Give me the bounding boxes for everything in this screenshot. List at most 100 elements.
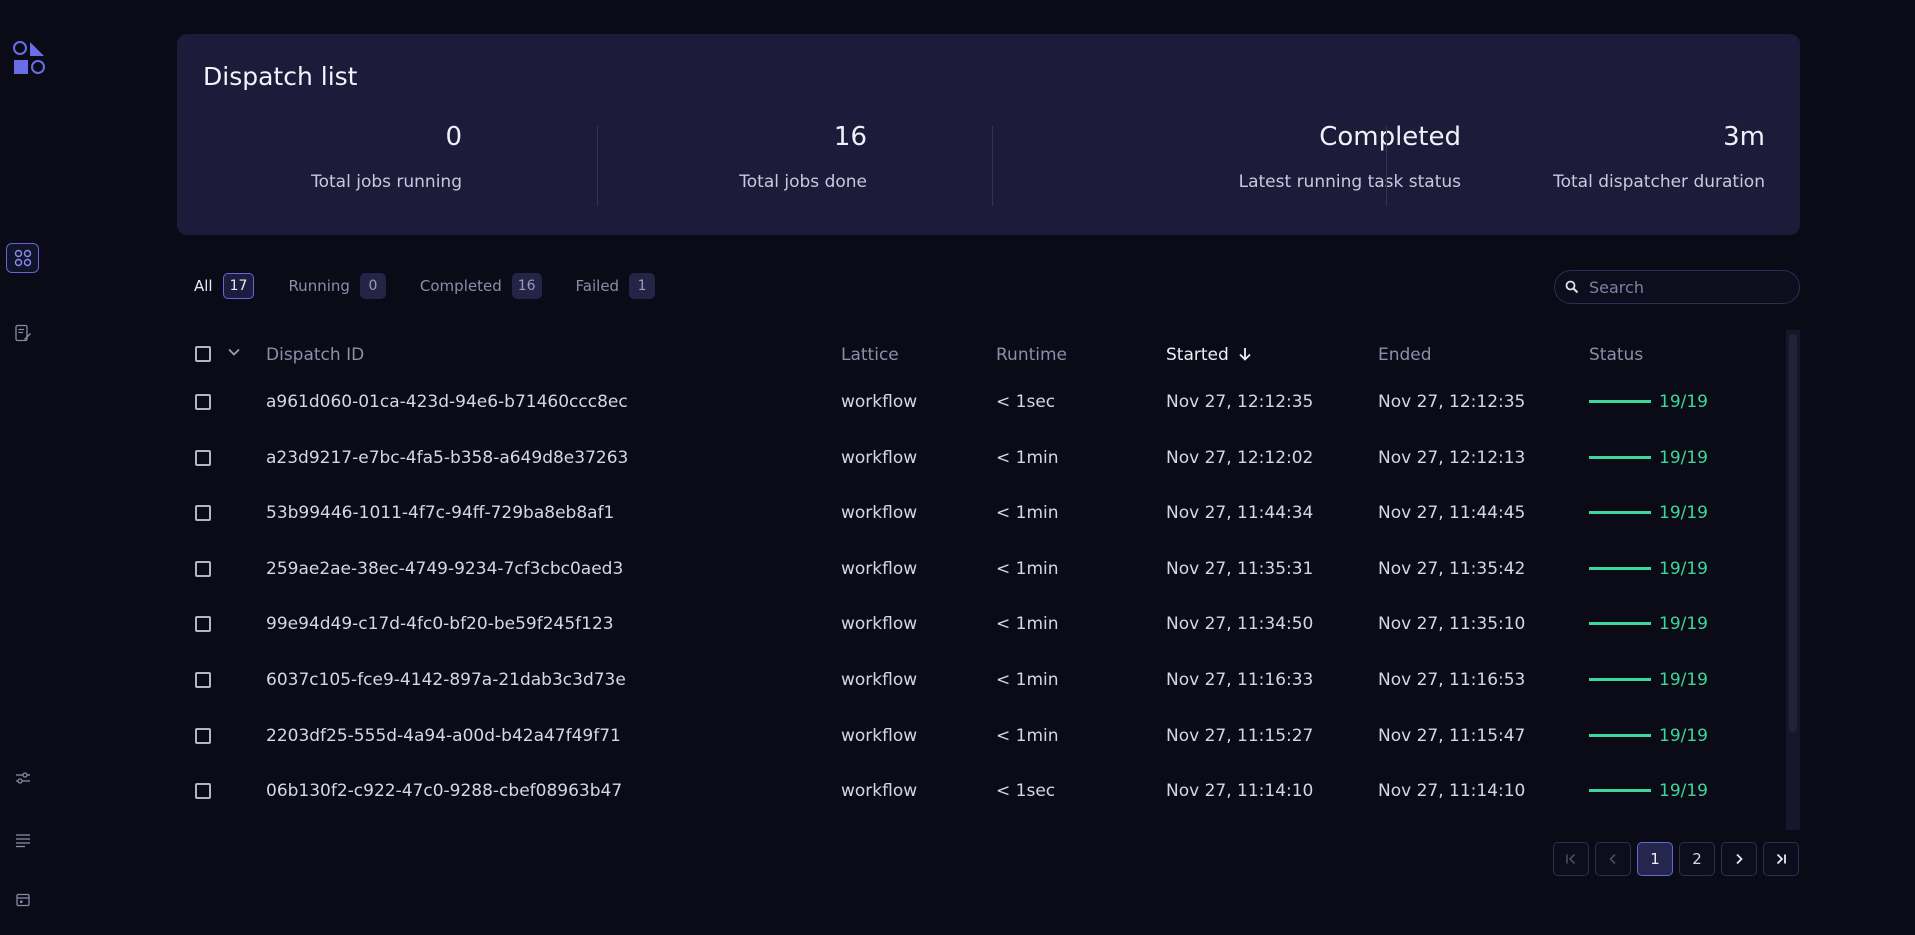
status-progress-bar (1589, 511, 1651, 515)
cell-lattice: workflow (841, 725, 918, 746)
cell-runtime: < 1min (996, 558, 1059, 579)
table-row[interactable]: a961d060-01ca-423d-94e6-b71460ccc8ec work… (186, 378, 1790, 426)
next-page-button[interactable] (1721, 842, 1757, 876)
last-page-button[interactable] (1763, 842, 1799, 876)
select-all-checkbox[interactable] (195, 346, 211, 362)
arrow-down-icon (1239, 348, 1251, 361)
stat-total-dispatcher-duration: 3m Total dispatcher duration (177, 124, 1765, 244)
cell-status: 19/19 (1659, 558, 1708, 579)
last-page-icon (1776, 853, 1786, 865)
nav-logs[interactable] (6, 825, 39, 855)
header-dispatch-id[interactable]: Dispatch ID (266, 345, 364, 365)
cell-status: 19/19 (1659, 392, 1708, 412)
cell-started: Nov 27, 12:12:02 (1166, 447, 1314, 468)
cell-lattice: workflow (841, 614, 918, 635)
cell-lattice: workflow (841, 781, 918, 802)
cell-status: 19/19 (1659, 447, 1708, 468)
cell-ended: Nov 27, 11:14:10 (1378, 781, 1526, 802)
stat-value: 3m (1723, 122, 1765, 152)
status-progress-fill (1589, 511, 1651, 515)
prev-page-button[interactable] (1595, 842, 1631, 876)
table-row[interactable]: a23d9217-e7bc-4fa5-b358-a649d8e37263 work… (186, 434, 1790, 482)
row-checkbox[interactable] (195, 727, 211, 744)
chevron-right-icon (1736, 853, 1743, 865)
row-checkbox[interactable] (195, 505, 211, 522)
table-row[interactable]: 06b130f2-c922-47c0-9288-cbef08963b47 work… (186, 767, 1790, 815)
filter-label: Running (288, 277, 350, 295)
cell-runtime: < 1min (996, 503, 1059, 524)
header-ended[interactable]: Ended (1378, 345, 1432, 365)
table-row[interactable]: 259ae2ae-38ec-4749-9234-7cf3cbc0aed3 work… (186, 545, 1790, 593)
row-checkbox[interactable] (195, 616, 211, 633)
cell-lattice: workflow (841, 392, 918, 412)
nav-calendar[interactable] (6, 885, 39, 915)
cell-dispatch-id[interactable]: 53b99446-1011-4f7c-94ff-729ba8eb8af1 (266, 503, 614, 523)
nav-lattice-editor[interactable] (6, 318, 39, 348)
table-row[interactable]: 6037c105-fce9-4142-897a-21dab3c3d73e work… (186, 656, 1790, 704)
cell-ended: Nov 27, 11:44:45 (1378, 503, 1526, 524)
row-checkbox[interactable] (195, 394, 211, 410)
cell-dispatch-id[interactable]: 259ae2ae-38ec-4749-9234-7cf3cbc0aed3 (266, 559, 623, 579)
search-input[interactable] (1589, 277, 1789, 297)
cell-dispatch-id[interactable]: a23d9217-e7bc-4fa5-b358-a649d8e37263 (266, 448, 628, 468)
status-progress-fill (1589, 400, 1651, 403)
filter-label: Failed (575, 277, 620, 295)
header-runtime[interactable]: Runtime (996, 345, 1067, 365)
nav-settings[interactable] (6, 763, 39, 793)
page-title: Dispatch list (203, 62, 358, 91)
cell-dispatch-id[interactable]: 06b130f2-c922-47c0-9288-cbef08963b47 (266, 781, 622, 801)
row-checkbox[interactable] (195, 449, 211, 466)
header-status[interactable]: Status (1589, 345, 1643, 365)
status-progress-fill (1589, 733, 1651, 737)
filter-tab-running[interactable]: Running 0 (288, 273, 386, 299)
covalent-logo-icon[interactable] (12, 40, 48, 76)
table-scrollbar[interactable] (1786, 330, 1800, 830)
cell-ended: Nov 27, 11:16:53 (1378, 670, 1526, 690)
filter-label: All (194, 277, 213, 295)
filter-count-badge: 0 (359, 273, 386, 299)
cell-runtime: < 1sec (996, 781, 1056, 802)
table-row[interactable]: 99e94d49-c17d-4fc0-bf20-be59f245f123 work… (186, 600, 1790, 648)
filter-count-badge: 17 (222, 273, 255, 299)
filter-tab-completed[interactable]: Completed 16 (420, 273, 542, 299)
row-checkbox[interactable] (195, 560, 211, 577)
status-progress-bar (1589, 789, 1651, 793)
table-row[interactable]: 53b99446-1011-4f7c-94ff-729ba8eb8af1 work… (186, 489, 1790, 537)
cell-started: Nov 27, 12:12:35 (1166, 392, 1314, 412)
cell-dispatch-id[interactable]: a961d060-01ca-423d-94e6-b71460ccc8ec (266, 392, 628, 412)
filter-tabs: All 17 Running 0 Completed 16 Failed 1 (194, 273, 689, 299)
first-page-button[interactable] (1553, 842, 1589, 876)
page-button-1[interactable]: 1 (1637, 842, 1673, 876)
cell-runtime: < 1min (996, 670, 1059, 690)
logs-icon (15, 834, 30, 848)
filter-count-badge: 16 (511, 273, 542, 299)
table-header: Dispatch ID Lattice Runtime Started Ende… (186, 330, 1790, 378)
page-button-2[interactable]: 2 (1679, 842, 1715, 876)
filter-tab-all[interactable]: All 17 (194, 273, 255, 299)
cell-status: 19/19 (1659, 670, 1708, 690)
filter-count-badge: 1 (629, 273, 656, 299)
bulk-actions-chevron-icon[interactable] (227, 344, 241, 364)
scrollbar-thumb[interactable] (1789, 334, 1797, 732)
cell-status: 19/19 (1659, 503, 1708, 524)
cell-ended: Nov 27, 12:12:13 (1378, 447, 1526, 468)
sidebar (0, 0, 46, 935)
cell-runtime: < 1sec (996, 392, 1056, 412)
cell-started: Nov 27, 11:15:27 (1166, 725, 1314, 746)
row-checkbox[interactable] (195, 672, 211, 688)
table-row[interactable]: 2203df25-555d-4a94-a00d-b42a47f49f71 work… (186, 712, 1790, 760)
cell-dispatch-id[interactable]: 99e94d49-c17d-4fc0-bf20-be59f245f123 (266, 614, 614, 634)
cell-lattice: workflow (841, 558, 918, 579)
nav-dispatch-list[interactable] (6, 243, 39, 273)
cell-dispatch-id[interactable]: 2203df25-555d-4a94-a00d-b42a47f49f71 (266, 726, 621, 746)
calendar-icon (15, 893, 30, 907)
status-progress-bar (1589, 455, 1651, 459)
row-checkbox[interactable] (195, 783, 211, 800)
cell-ended: Nov 27, 11:15:47 (1378, 725, 1526, 746)
lattice-editor-icon (14, 324, 31, 342)
cell-dispatch-id[interactable]: 6037c105-fce9-4142-897a-21dab3c3d73e (266, 670, 626, 690)
filter-tab-failed[interactable]: Failed 1 (576, 273, 656, 299)
header-lattice[interactable]: Lattice (841, 345, 899, 365)
cell-started: Nov 27, 11:35:31 (1166, 558, 1314, 579)
header-started[interactable]: Started (1166, 345, 1252, 365)
